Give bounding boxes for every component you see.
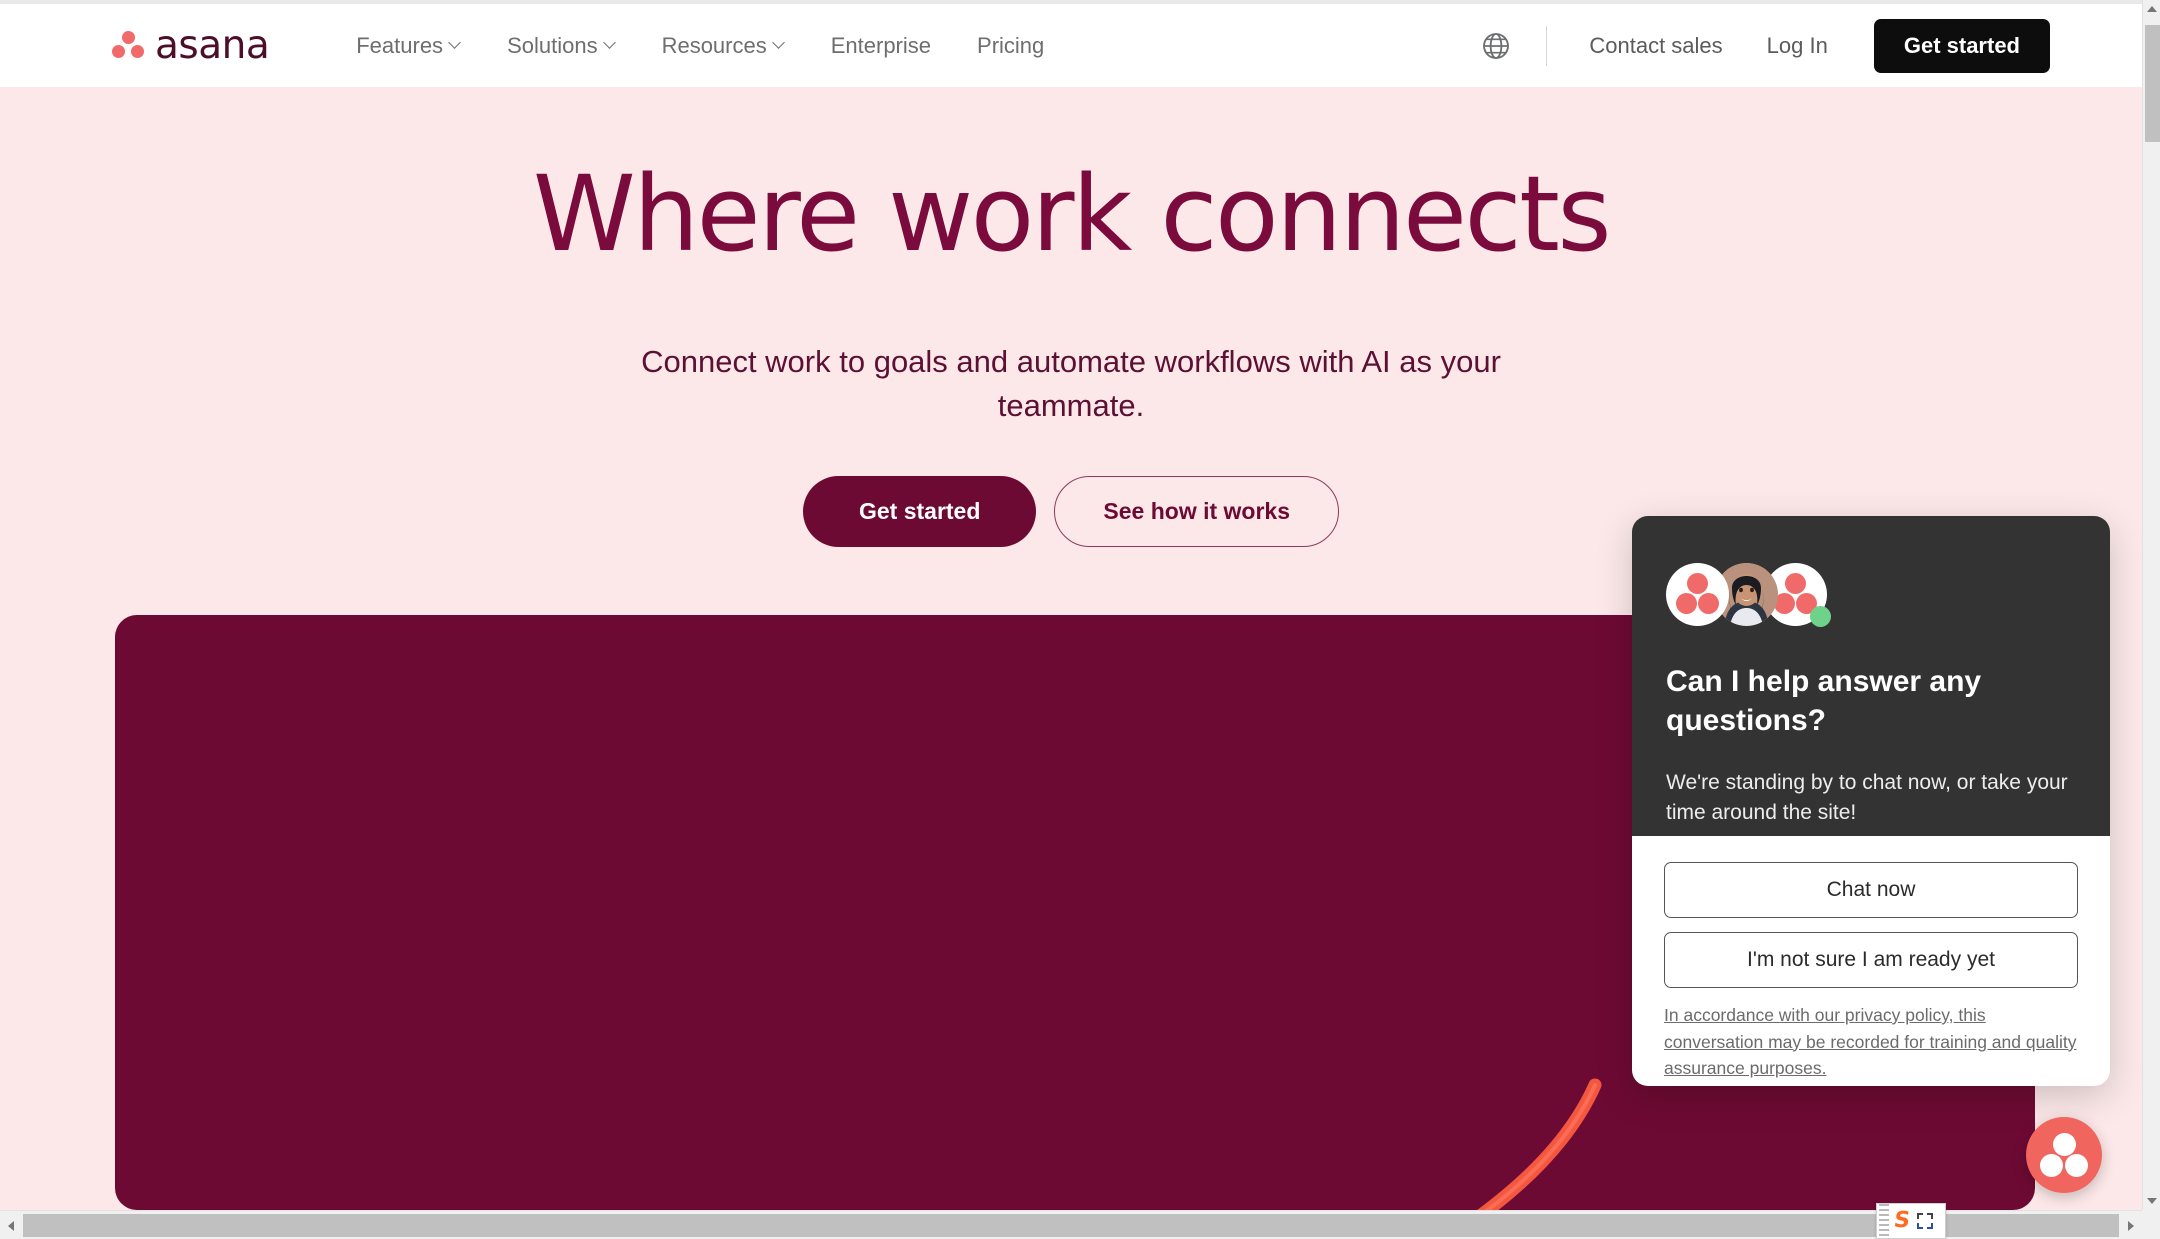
page-top-strip [0, 0, 2142, 4]
nav-item-features[interactable]: Features [333, 23, 484, 69]
capture-frame-icon[interactable] [1916, 1213, 1933, 1229]
page-title: Where work connects [532, 153, 1612, 275]
nav-item-enterprise[interactable]: Enterprise [808, 23, 954, 69]
browser-viewport: asana Features Solutions Resources Enter… [0, 0, 2142, 1210]
chevron-down-icon [605, 38, 616, 49]
get-started-button-hero[interactable]: Get started [802, 476, 1037, 547]
header-actions: Contact sales Log In Get started [1466, 18, 2050, 73]
horizontal-scrollbar-thumb[interactable] [23, 1214, 2119, 1237]
nav-label: Pricing [977, 32, 1045, 58]
chat-widget-title: Can I help answer any questions? [1666, 665, 1982, 737]
screen-capture-toolbar[interactable]: S [1876, 1203, 1946, 1239]
main-navigation: Features Solutions Resources Enterprise … [333, 23, 1067, 69]
asana-logo[interactable]: asana [112, 23, 270, 68]
header-divider [1546, 25, 1548, 66]
scroll-down-arrow-icon[interactable] [2143, 1192, 2160, 1210]
chat-widget-actions: Chat now I'm not sure I am ready yet In … [1632, 836, 2110, 1086]
nav-item-pricing[interactable]: Pricing [954, 23, 1067, 69]
scroll-left-arrow-icon[interactable] [0, 1211, 22, 1239]
drag-grip-icon[interactable] [1879, 1204, 1889, 1238]
agent-avatar-group [1666, 562, 2076, 627]
chevron-down-icon [774, 38, 785, 49]
horizontal-scrollbar[interactable] [0, 1210, 2142, 1239]
language-selector-button[interactable] [1466, 24, 1526, 68]
chat-widget: Can I help answer any questions? We're s… [1632, 516, 2110, 1086]
hero-subheading: Connect work to goals and automate workf… [641, 344, 1501, 424]
nav-label: Solutions [507, 32, 598, 58]
nav-item-solutions[interactable]: Solutions [484, 23, 639, 69]
chat-widget-message: We're standing by to chat now, or take y… [1666, 771, 2068, 825]
nav-label: Enterprise [830, 32, 932, 58]
get-started-button-header[interactable]: Get started [1873, 18, 2050, 73]
scroll-right-arrow-icon[interactable] [2120, 1211, 2142, 1239]
chevron-down-icon [450, 38, 461, 49]
nav-label: Features [356, 32, 444, 58]
log-in-link[interactable]: Log In [1745, 23, 1850, 69]
not-ready-yet-button[interactable]: I'm not sure I am ready yet [1664, 932, 2078, 988]
online-status-indicator [1810, 605, 1831, 627]
see-how-it-works-button[interactable]: See how it works [1054, 476, 1340, 547]
asana-logo-icon [112, 30, 144, 61]
chat-launcher-button[interactable] [2026, 1117, 2102, 1193]
nav-item-resources[interactable]: Resources [639, 23, 808, 69]
asana-logo-wordmark: asana [155, 23, 270, 68]
contact-sales-link[interactable]: Contact sales [1567, 23, 1744, 69]
globe-icon [1483, 32, 1510, 59]
snagit-s-icon[interactable]: S [1892, 1208, 1911, 1233]
site-header: asana Features Solutions Resources Enter… [0, 4, 2142, 87]
chat-widget-header: Can I help answer any questions? We're s… [1632, 516, 2110, 836]
scrollbar-corner [2142, 1210, 2160, 1239]
vertical-scrollbar[interactable] [2142, 0, 2160, 1210]
nav-label: Resources [661, 32, 767, 58]
privacy-disclaimer-link[interactable]: In accordance with our privacy policy, t… [1664, 1002, 2078, 1082]
scroll-up-arrow-icon[interactable] [2143, 0, 2160, 18]
avatar-asana-1 [1666, 562, 1729, 626]
vertical-scrollbar-thumb[interactable] [2145, 25, 2160, 142]
chat-now-button[interactable]: Chat now [1664, 862, 2078, 918]
